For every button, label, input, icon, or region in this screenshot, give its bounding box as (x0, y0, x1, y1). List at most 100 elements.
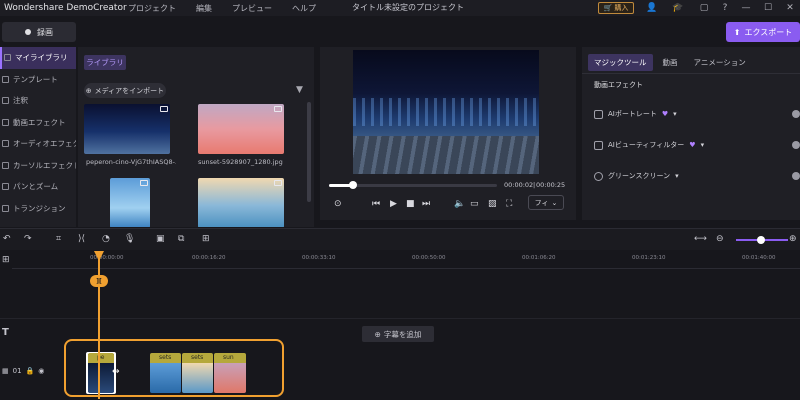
purchase-button[interactable]: 🛒 購入 (598, 2, 634, 14)
text-tool-icon[interactable]: ▣ (156, 234, 165, 244)
import-media-button[interactable]: ⊕ メディアをインポート (84, 83, 166, 98)
effect-ai-beauty-filter[interactable]: AIビューティフィルター ♥ ▾ (594, 139, 704, 151)
image-badge-icon (140, 180, 148, 186)
split-icon[interactable]: ⟩⟨ (78, 234, 85, 244)
group-icon[interactable]: ⧉ (178, 234, 184, 244)
media-thumbnail[interactable] (198, 104, 284, 154)
volume-icon[interactable]: 🔈 (454, 199, 465, 209)
current-time: 00:00:02 (504, 181, 534, 189)
media-library-panel: ライブラリ ⊕ メディアをインポート ▼ peperon-cino-VjG7th… (78, 47, 314, 227)
export-button[interactable]: ⬆ エクスポート (726, 22, 800, 42)
aspect-ratio-icon[interactable]: ▭ (470, 199, 479, 209)
effect-toggle[interactable] (792, 110, 800, 118)
learn-icon[interactable]: 🎓 (672, 2, 684, 14)
add-track-icon[interactable]: ⊞ (2, 255, 10, 265)
track-type-icon: ▦ (2, 367, 9, 375)
media-item-name: sunset-5928907_1280.jpg (198, 158, 283, 166)
sidebar-item-label: オーディオエフェクト (13, 139, 76, 149)
zoom-in-icon[interactable]: ⊕ (789, 234, 797, 244)
effect-ai-portrait[interactable]: AIポートレート ♥ ▾ (594, 108, 677, 120)
timeline[interactable]: ⊞ 00:00:00:00 00:00:16:20 00:00:33:10 00… (0, 251, 800, 400)
sidebar-item-cursor-effects[interactable]: カーソルエフェクト (0, 155, 76, 177)
lock-icon[interactable]: 🔒 (26, 367, 35, 375)
media-thumbnail[interactable] (84, 104, 170, 154)
transition-icon (2, 204, 9, 212)
media-scrollbar[interactable] (307, 102, 311, 202)
premium-heart-icon: ♥ (689, 141, 696, 149)
seek-handle[interactable] (348, 181, 357, 189)
sidebar-item-label: パンとズーム (13, 182, 59, 192)
chevron-down-icon: ▾ (673, 110, 677, 118)
minimize-icon[interactable]: — (740, 2, 752, 14)
total-time: 00:00:25 (536, 181, 566, 189)
effect-toggle[interactable] (792, 172, 800, 180)
crop-tool-icon[interactable]: ⌗ (56, 234, 61, 244)
seek-bar[interactable] (329, 181, 497, 189)
sidebar-item-templates[interactable]: テンプレート (0, 69, 76, 91)
time-separator: | (533, 181, 536, 189)
library-tab[interactable]: ライブラリ (84, 55, 126, 70)
tab-video[interactable]: 動画 (657, 54, 684, 71)
pan-zoom-icon (2, 183, 9, 191)
menu-help[interactable]: ヘルプ (292, 3, 316, 14)
media-thumbnail[interactable] (198, 178, 284, 227)
playhead-split-tag[interactable]: ][ (90, 275, 108, 287)
next-frame-icon[interactable]: ⏭ (422, 199, 430, 209)
video-preview[interactable] (353, 50, 539, 174)
sidebar-item-label: カーソルエフェクト (13, 160, 76, 170)
sidebar-item-video-effects[interactable]: 動画エフェクト (0, 112, 76, 134)
image-badge-icon (274, 106, 282, 112)
tab-magic-tools[interactable]: マジックツール (588, 54, 653, 71)
annotation-icon (2, 97, 9, 105)
video-track-controls: ▦ 01 🔒 ◉ (2, 367, 44, 375)
sidebar-item-transitions[interactable]: トランジション (0, 198, 76, 220)
tick-label: 00:00:50:00 (412, 255, 446, 261)
mask-icon[interactable]: ◔ (102, 234, 110, 244)
tab-animation[interactable]: アニメーション (688, 54, 752, 71)
microphone-icon[interactable]: 🎙 (124, 234, 135, 244)
sidebar-item-my-library[interactable]: マイライブラリ (0, 47, 76, 69)
record-button[interactable]: 録画 (2, 22, 76, 42)
fullscreen-icon[interactable]: ⛶ (506, 199, 512, 209)
screenshot-icon[interactable]: ⊙ (334, 199, 342, 209)
import-label: メディアをインポート (94, 86, 165, 95)
crop-icon[interactable]: ▨ (488, 199, 497, 209)
add-subtitle-button[interactable]: ⊕ 字幕を追加 (362, 326, 434, 342)
tick-label: 00:00:00:00 (90, 255, 124, 261)
sidebar-item-label: テンプレート (13, 74, 58, 84)
sidebar-item-audio-effects[interactable]: オーディオエフェクト (0, 133, 76, 155)
effect-green-screen[interactable]: グリーンスクリーン ▾ (594, 170, 679, 182)
menu-preview[interactable]: プレビュー (232, 3, 272, 14)
sidebar-item-annotations[interactable]: 注釈 (0, 90, 76, 112)
plus-circle-icon: ⊕ (374, 329, 381, 339)
quality-select[interactable]: フィ ⌄ (528, 195, 564, 210)
previous-frame-icon[interactable]: ⏮ (372, 199, 380, 209)
filter-icon[interactable]: ▼ (296, 85, 303, 95)
menu-project[interactable]: プロジェクト (128, 3, 176, 14)
menu-edit[interactable]: 編集 (196, 3, 212, 14)
account-icon[interactable]: 👤 (646, 2, 658, 14)
stop-icon[interactable]: ■ (406, 199, 415, 209)
sidebar-item-pan-zoom[interactable]: パンとズーム (0, 176, 76, 198)
tick-label: 00:00:16:20 (192, 255, 226, 261)
sidebar-item-label: トランジション (13, 203, 66, 213)
add-marker-icon[interactable]: ⊞ (202, 234, 210, 244)
divider (582, 73, 800, 74)
help-icon[interactable]: ? (719, 2, 731, 14)
time-ruler[interactable]: 00:00:00:00 00:00:16:20 00:00:33:10 00:0… (12, 253, 800, 269)
tick-label: 00:00:33:10 (302, 255, 336, 261)
redo-icon[interactable]: ↷ (24, 234, 32, 244)
sidebar-item-label: マイライブラリ (15, 53, 68, 63)
zoom-slider-handle[interactable] (757, 236, 765, 244)
effect-toggle[interactable] (792, 141, 800, 149)
project-title: タイトル未設定のプロジェクト (352, 3, 464, 12)
media-thumbnail[interactable] (110, 178, 150, 227)
fit-timeline-icon[interactable]: ⟷ (694, 234, 707, 244)
undo-icon[interactable]: ↶ (3, 234, 11, 244)
play-icon[interactable]: ▶ (390, 199, 397, 209)
close-icon[interactable]: ✕ (784, 2, 796, 14)
zoom-out-icon[interactable]: ⊖ (716, 234, 724, 244)
visibility-icon[interactable]: ◉ (38, 367, 44, 375)
notification-icon[interactable]: ▢ (698, 2, 710, 14)
maximize-icon[interactable]: ☐ (762, 2, 774, 14)
